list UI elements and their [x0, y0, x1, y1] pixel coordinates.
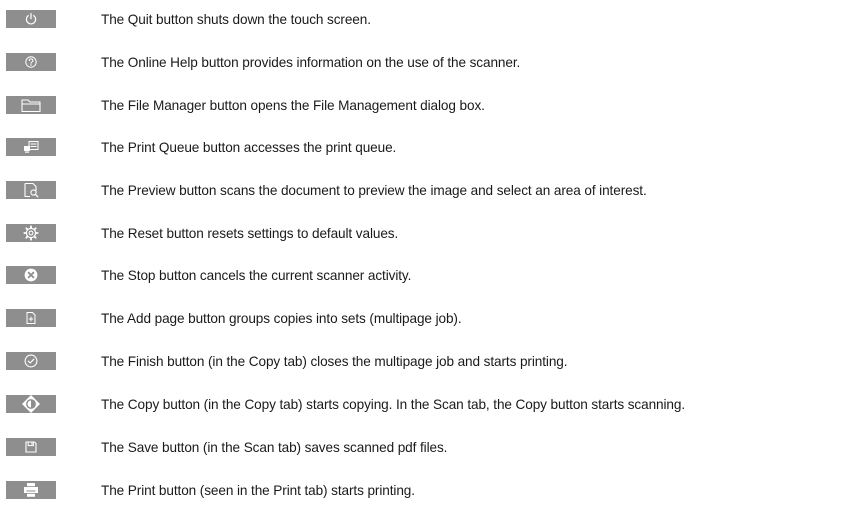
preview-button[interactable]: [6, 181, 56, 199]
list-item-save: The Save button (in the Scan tab) saves …: [0, 437, 849, 467]
stop-button-description: The Stop button cancels the current scan…: [101, 268, 412, 283]
print-queue-button[interactable]: [6, 138, 56, 156]
preview-icon: [24, 182, 39, 198]
reset-button-description: The Reset button resets settings to defa…: [101, 226, 399, 241]
file-manager-button[interactable]: [6, 96, 56, 114]
list-item-print: The Print button (seen in the Print tab)…: [0, 480, 849, 510]
copy-button-description: The Copy button (in the Copy tab) starts…: [101, 397, 686, 412]
stop-icon: [24, 268, 38, 282]
print-button-description: The Print button (seen in the Print tab)…: [101, 483, 415, 498]
check-circle-icon: [24, 354, 38, 368]
gear-icon: [23, 225, 39, 241]
print-queue-icon: [24, 141, 39, 153]
add-page-icon: [26, 312, 36, 324]
save-button[interactable]: [6, 438, 56, 456]
save-icon: [25, 441, 37, 453]
list-item-preview: The Preview button scans the document to…: [0, 180, 849, 210]
quit-button-description: The Quit button shuts down the touch scr…: [101, 12, 371, 27]
file-manager-button-description: The File Manager button opens the File M…: [101, 98, 485, 113]
copy-diamond-icon: [22, 395, 40, 413]
stop-button[interactable]: [6, 266, 56, 284]
print-queue-button-description: The Print Queue button accesses the prin…: [101, 140, 397, 155]
quit-button[interactable]: [6, 10, 56, 28]
list-item-finish: The Finish button (in the Copy tab) clos…: [0, 351, 849, 381]
list-item-file-manager: The File Manager button opens the File M…: [0, 95, 849, 125]
list-item-add-page: The Add page button groups copies into s…: [0, 308, 849, 338]
print-button[interactable]: [6, 481, 56, 499]
finish-button[interactable]: [6, 352, 56, 370]
list-item-stop: The Stop button cancels the current scan…: [0, 265, 849, 295]
folder-icon: [21, 99, 41, 113]
add-page-button[interactable]: [6, 309, 56, 327]
list-item-online-help: The Online Help button provides informat…: [0, 52, 849, 82]
list-item-print-queue: The Print Queue button accesses the prin…: [0, 137, 849, 167]
reset-button[interactable]: [6, 224, 56, 242]
online-help-button[interactable]: [6, 53, 56, 71]
online-help-button-description: The Online Help button provides informat…: [101, 55, 521, 70]
list-item-quit: The Quit button shuts down the touch scr…: [0, 9, 849, 39]
printer-icon: [24, 483, 38, 497]
preview-button-description: The Preview button scans the document to…: [101, 183, 647, 198]
add-page-button-description: The Add page button groups copies into s…: [101, 311, 462, 326]
list-item-copy: The Copy button (in the Copy tab) starts…: [0, 394, 849, 424]
save-button-description: The Save button (in the Scan tab) saves …: [101, 440, 448, 455]
list-item-reset: The Reset button resets settings to defa…: [0, 223, 849, 253]
help-icon: [25, 56, 37, 68]
power-icon: [25, 13, 37, 25]
copy-button[interactable]: [6, 395, 56, 413]
finish-button-description: The Finish button (in the Copy tab) clos…: [101, 354, 568, 369]
